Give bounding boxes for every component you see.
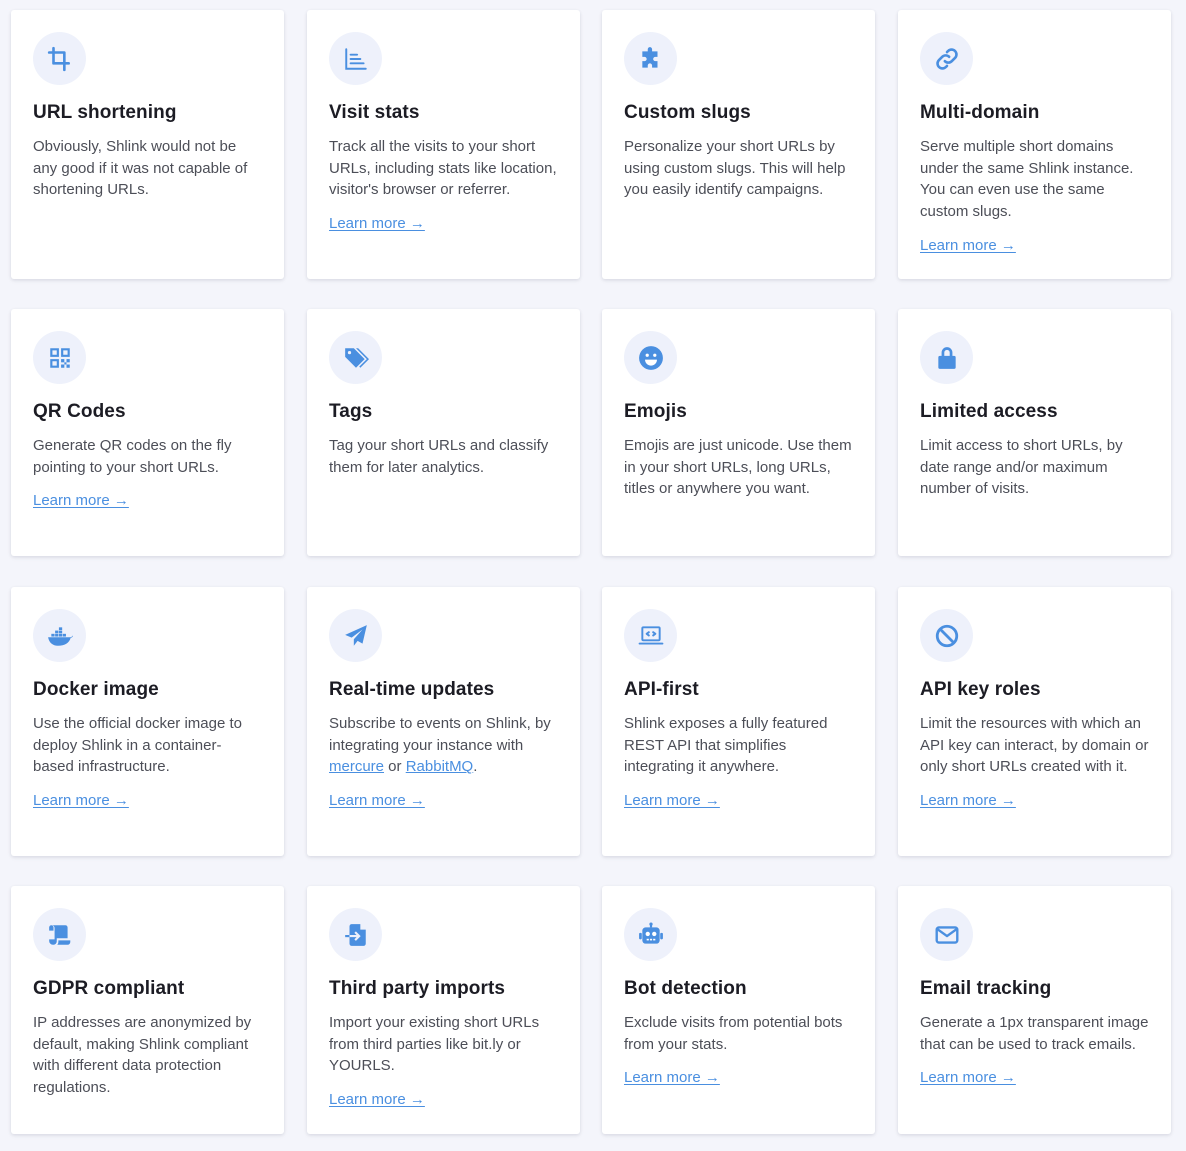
learn-more-link[interactable]: Learn more →	[329, 792, 425, 809]
feature-title: QR Codes	[33, 401, 126, 422]
feature-card-api-key-roles: API key roles Limit the resources with w…	[898, 587, 1171, 856]
mercure-link[interactable]: mercure	[329, 758, 384, 775]
file-import-icon	[329, 908, 382, 961]
feature-description: Track all the visits to your short URLs,…	[329, 138, 557, 199]
feature-description: Serve multiple short domains under the s…	[920, 138, 1134, 221]
link-icon	[920, 32, 973, 85]
feature-card-email-tracking: Email tracking Generate a 1px transparen…	[898, 886, 1171, 1134]
feature-card-tags: Tags Tag your short URLs and classify th…	[307, 309, 580, 556]
paper-plane-icon	[329, 609, 382, 662]
feature-card-bot-detection: Bot detection Exclude visits from potent…	[602, 886, 875, 1134]
chart-icon	[329, 32, 382, 85]
feature-description: Personalize your short URLs by using cus…	[624, 138, 846, 199]
features-grid: URL shortening Obviously, Shlink would n…	[0, 0, 1186, 1151]
feature-title: Bot detection	[624, 978, 747, 999]
feature-card-url-shortening: URL shortening Obviously, Shlink would n…	[11, 10, 284, 279]
feature-title: Custom slugs	[624, 102, 751, 123]
feature-card-limited-access: Limited access Limit access to short URL…	[898, 309, 1171, 556]
envelope-icon	[920, 908, 973, 961]
lock-icon	[920, 331, 973, 384]
feature-title: Third party imports	[329, 978, 506, 999]
feature-description: Obviously, Shlink would not be any good …	[33, 138, 248, 199]
feature-description: Import your existing short URLs from thi…	[329, 1014, 540, 1075]
learn-more-link[interactable]: Learn more →	[920, 237, 1016, 254]
feature-card-gdpr-compliant: GDPR compliant IP addresses are anonymiz…	[11, 886, 284, 1134]
feature-title: Multi-domain	[920, 102, 1040, 123]
learn-more-link[interactable]: Learn more →	[920, 792, 1016, 809]
feature-card-emojis: Emojis Emojis are just unicode. Use them…	[602, 309, 875, 556]
feature-title: Docker image	[33, 679, 159, 700]
feature-card-multi-domain: Multi-domain Serve multiple short domain…	[898, 10, 1171, 279]
robot-icon	[624, 908, 677, 961]
feature-title: API key roles	[920, 679, 1041, 700]
learn-more-link[interactable]: Learn more →	[33, 792, 129, 809]
scroll-icon	[33, 908, 86, 961]
ban-icon	[920, 609, 973, 662]
feature-card-visit-stats: Visit stats Track all the visits to your…	[307, 10, 580, 279]
feature-card-qr-codes: QR Codes Generate QR codes on the fly po…	[11, 309, 284, 556]
feature-card-third-party-imports: Third party imports Import your existing…	[307, 886, 580, 1134]
feature-title: Visit stats	[329, 102, 420, 123]
feature-title: GDPR compliant	[33, 978, 185, 999]
description-text: .	[473, 758, 478, 776]
feature-description: Limit the resources with which an API ke…	[920, 715, 1149, 776]
learn-more-link[interactable]: Learn more →	[329, 1091, 425, 1108]
laptop-code-icon	[624, 609, 677, 662]
feature-description: Subscribe to events on Shlink, by integr…	[329, 713, 558, 778]
learn-more-link[interactable]: Learn more →	[624, 1069, 720, 1086]
feature-description: Generate a 1px transparent image that ca…	[920, 1014, 1149, 1053]
learn-more-link[interactable]: Learn more →	[920, 1069, 1016, 1086]
feature-card-api-first: API-first Shlink exposes a fully feature…	[602, 587, 875, 856]
description-text: Subscribe to events on Shlink, by integr…	[329, 715, 551, 754]
feature-title: API-first	[624, 679, 699, 700]
feature-title: Emojis	[624, 401, 687, 422]
feature-description: Limit access to short URLs, by date rang…	[920, 437, 1123, 498]
feature-description: Tag your short URLs and classify them fo…	[329, 437, 549, 476]
feature-description: Exclude visits from potential bots from …	[624, 1014, 843, 1053]
tags-icon	[329, 331, 382, 384]
docker-icon	[33, 609, 86, 662]
feature-title: Limited access	[920, 401, 1058, 422]
feature-description: Generate QR codes on the fly pointing to…	[33, 437, 232, 476]
learn-more-link[interactable]: Learn more →	[624, 792, 720, 809]
feature-title: Email tracking	[920, 978, 1052, 999]
learn-more-link[interactable]: Learn more →	[329, 215, 425, 232]
feature-description: Use the official docker image to deploy …	[33, 715, 242, 776]
description-text: or	[384, 758, 406, 776]
smile-icon	[624, 331, 677, 384]
puzzle-icon	[624, 32, 677, 85]
feature-title: Real-time updates	[329, 679, 495, 700]
crop-icon	[33, 32, 86, 85]
feature-title: Tags	[329, 401, 373, 422]
feature-card-custom-slugs: Custom slugs Personalize your short URLs…	[602, 10, 875, 279]
feature-description: Emojis are just unicode. Use them in you…	[624, 437, 852, 498]
feature-card-docker-image: Docker image Use the official docker ima…	[11, 587, 284, 856]
feature-title: URL shortening	[33, 102, 177, 123]
feature-description: Shlink exposes a fully featured REST API…	[624, 715, 828, 776]
feature-card-real-time-updates: Real-time updates Subscribe to events on…	[307, 587, 580, 856]
learn-more-link[interactable]: Learn more →	[33, 492, 129, 509]
feature-description: IP addresses are anonymized by default, …	[33, 1014, 252, 1097]
rabbitmq-link[interactable]: RabbitMQ	[406, 758, 474, 775]
qrcode-icon	[33, 331, 86, 384]
